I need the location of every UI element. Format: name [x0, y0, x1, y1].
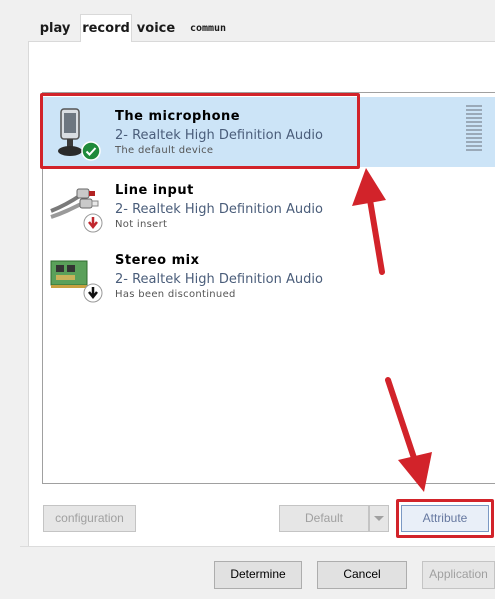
annotation-arrow-up-icon [352, 168, 386, 275]
annotation-arrow-down-icon [385, 377, 432, 492]
sound-dialog: play record voice commun The microphone … [0, 0, 495, 599]
annotation-arrows [352, 168, 432, 492]
